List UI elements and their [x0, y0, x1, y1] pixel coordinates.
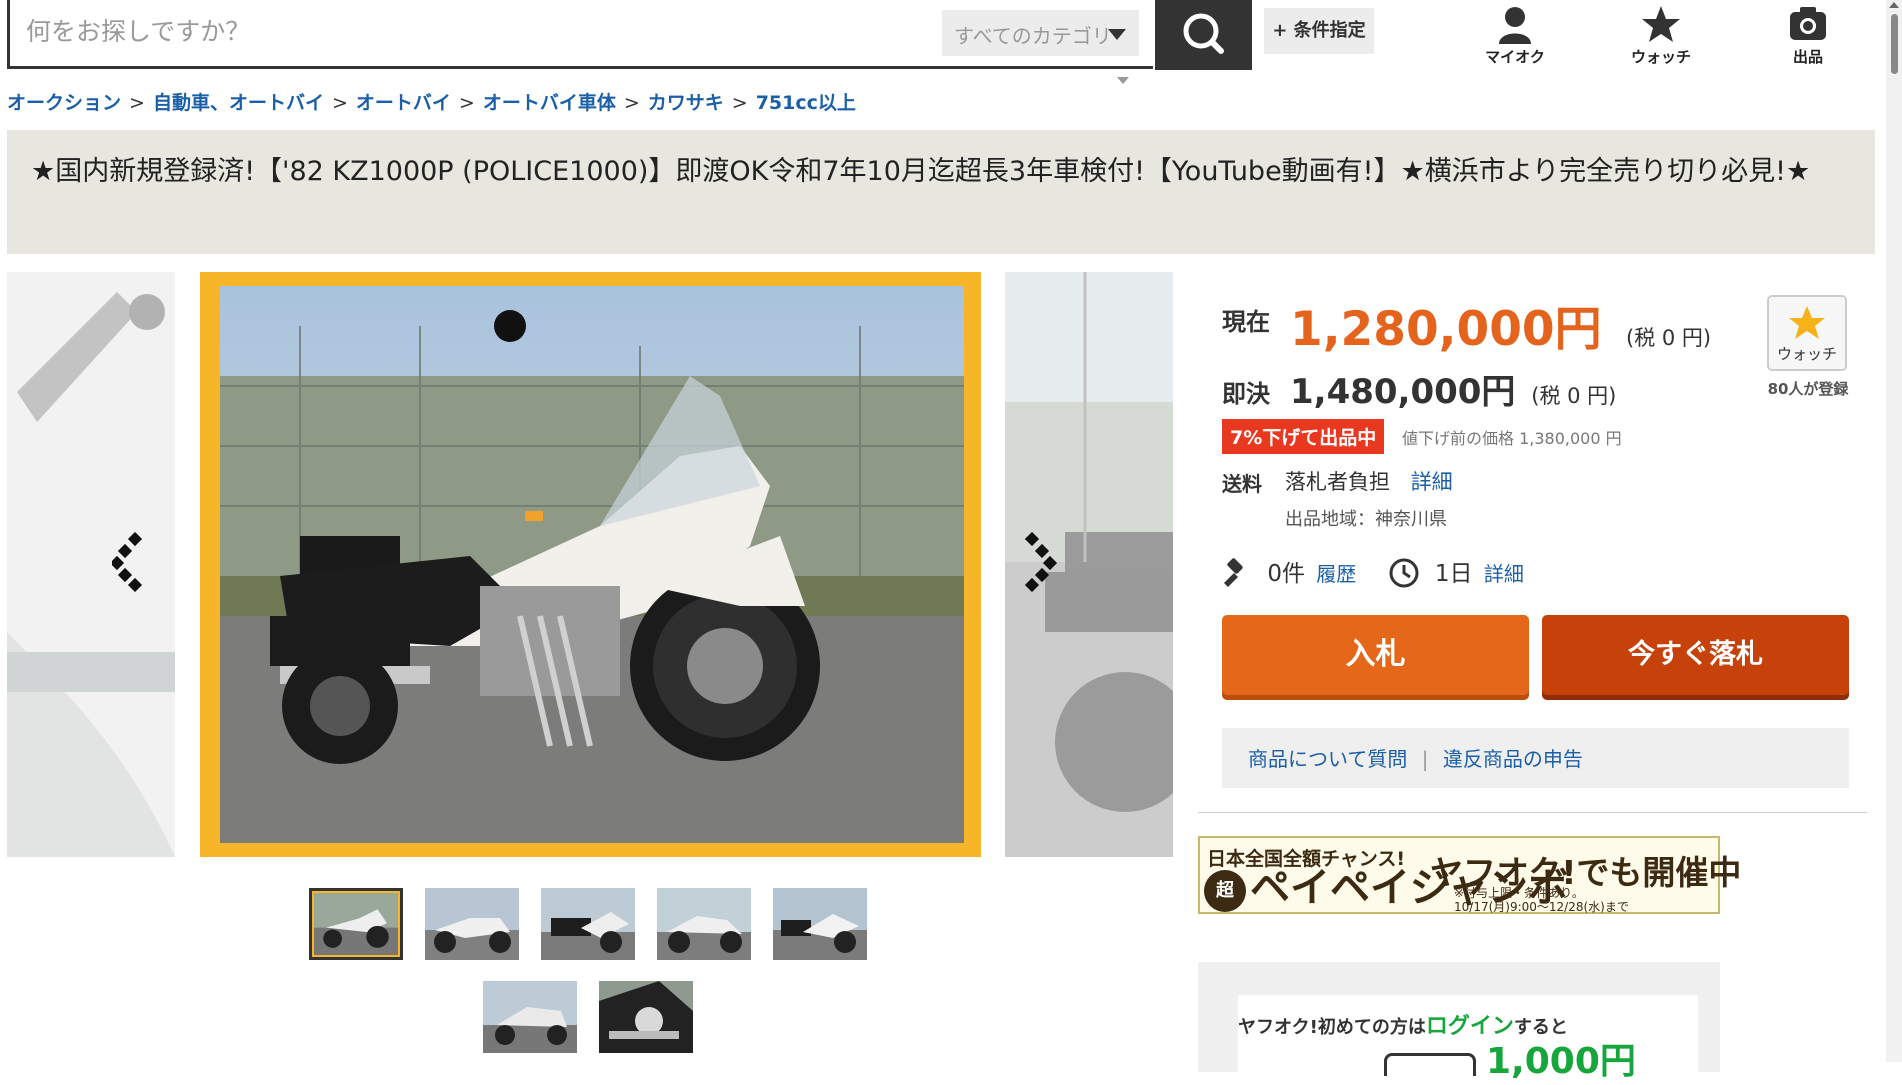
star-icon: [1642, 6, 1680, 42]
original-price: 値下げ前の価格 1,380,000 円: [1402, 429, 1622, 448]
link-separator: |: [1421, 747, 1429, 771]
banner-terms-line2: 10/17(月)9:00〜12/28(水)まで: [1454, 900, 1629, 914]
breadcrumb-separator: >: [458, 92, 475, 114]
chevron-left-icon: [109, 531, 143, 593]
divider: [1198, 812, 1867, 813]
motorcycle-thumbnail: [541, 888, 635, 960]
banner-terms-line1: ※付与上限・条件あり。: [1454, 886, 1584, 900]
login-promo-after: すると: [1513, 1017, 1568, 1038]
listing-title: ★国内新規登録済!【'82 KZ1000P (POLICE1000)】即渡OK令…: [31, 156, 1811, 187]
banner-terms: ※付与上限・条件あり。 10/17(月)9:00〜12/28(水)まで: [1454, 886, 1629, 914]
breadcrumb-separator: >: [623, 92, 640, 114]
listing-title-bar: ★国内新規登録済!【'82 KZ1000P (POLICE1000)】即渡OK令…: [7, 130, 1875, 254]
scrollbar-thumb[interactable]: [1891, 14, 1898, 74]
search-input[interactable]: [24, 8, 928, 54]
motorcycle-thumbnail: [312, 891, 400, 957]
shipping-region: 出品地域：神奈川県: [1285, 509, 1447, 530]
search-icon: [1183, 13, 1224, 54]
motorcycle-thumbnail: [599, 981, 693, 1053]
category-select-label: すべてのカテゴリ: [954, 24, 1112, 48]
bid-button[interactable]: 入札: [1222, 615, 1529, 695]
nav-my-auction[interactable]: マイオク: [1470, 4, 1560, 67]
main-image-frame: [200, 272, 981, 857]
login-link[interactable]: ログイン: [1426, 1014, 1514, 1039]
current-price-label: 現在: [1222, 308, 1270, 336]
motorcycle-thumbnail: [773, 888, 867, 960]
motorcycle-thumbnail: [657, 888, 751, 960]
scrollbar[interactable]: [1886, 0, 1902, 1062]
user-icon: [1499, 7, 1531, 44]
motorcycle-thumbnail: [425, 888, 519, 960]
previous-image-button[interactable]: [109, 531, 152, 593]
category-select[interactable]: すべてのカテゴリ: [942, 10, 1139, 56]
condition-filter-button[interactable]: + 条件指定: [1264, 8, 1374, 54]
bid-count: 0件: [1267, 561, 1305, 587]
buynow-price-value: 1,480,000円: [1290, 372, 1516, 412]
nav-watch[interactable]: ウォッチ: [1616, 4, 1706, 67]
gavel-icon: [1224, 558, 1243, 587]
report-link[interactable]: 違反商品の申告: [1443, 747, 1583, 771]
thumbnail-6[interactable]: [483, 981, 577, 1053]
clock-icon: [1389, 558, 1419, 588]
login-bonus-amount: 1,000円: [1486, 1041, 1636, 1082]
nav-watch-label: ウォッチ: [1630, 48, 1691, 66]
watch-button-label: ウォッチ: [1776, 345, 1837, 363]
thumbnail-5[interactable]: [773, 888, 867, 960]
thumbnail-7[interactable]: [599, 981, 693, 1053]
bid-history-link[interactable]: 履歴: [1316, 562, 1356, 586]
watch-button[interactable]: ウォッチ: [1767, 295, 1847, 371]
nav-sell[interactable]: 出品: [1763, 4, 1853, 67]
buynow-price-tax: (税 0 円): [1531, 384, 1617, 408]
buy-now-button[interactable]: 今すぐ落札: [1542, 615, 1849, 695]
paypay-jumbo-banner[interactable]: 日本全国全額チャンス! 超 ペイペイジャンボ ヤフオク!でも開催中 ※付与上限・…: [1198, 836, 1741, 914]
discount-badge: 7%下げて出品中: [1222, 419, 1385, 454]
motorcycle-photo: [220, 286, 964, 843]
breadcrumb-separator: >: [731, 92, 748, 114]
breadcrumb-vehicles[interactable]: 自動車、オートバイ: [153, 92, 324, 114]
thumbnail-4[interactable]: [657, 888, 751, 960]
main-image[interactable]: [220, 286, 964, 843]
star-icon: [1789, 306, 1825, 339]
time-detail-link[interactable]: 詳細: [1484, 562, 1524, 586]
breadcrumb-separator: >: [331, 92, 348, 114]
breadcrumb: オークション > 自動車、オートバイ > オートバイ > オートバイ車体 > カワサキ >751c…: [7, 88, 856, 115]
shipping-value: 落札者負担: [1285, 470, 1390, 494]
shipping-info: 落札者負担 詳細: [1285, 466, 1453, 496]
breadcrumb-auction[interactable]: オークション: [7, 92, 121, 114]
login-promo-text: ヤフオク!初めての方はログインすると: [1238, 1008, 1568, 1040]
coupon-icon: [1384, 1053, 1476, 1076]
buynow-price: 1,480,000円 (税 0 円): [1290, 364, 1616, 413]
breadcrumb-motorcycles[interactable]: オートバイ: [356, 92, 451, 114]
shipping-detail-link[interactable]: 詳細: [1411, 470, 1453, 494]
nav-sell-label: 出品: [1792, 48, 1823, 66]
thumbnail-3[interactable]: [541, 888, 635, 960]
watch-count: 80人が登録: [1767, 380, 1849, 398]
motorcycle-thumbnail: [483, 981, 577, 1053]
buynow-price-label: 即決: [1222, 380, 1270, 408]
thumbnail-1[interactable]: [309, 888, 403, 960]
banner-chou-badge: 超: [1204, 870, 1246, 912]
current-price-value: 1,280,000円: [1290, 302, 1602, 357]
chevron-right-icon: [1024, 531, 1058, 593]
thumbnail-2[interactable]: [425, 888, 519, 960]
scroll-up-icon[interactable]: [1889, 2, 1899, 8]
current-price-tax: (税 0 円): [1626, 326, 1712, 350]
dropdown-caret-icon[interactable]: [1117, 77, 1129, 84]
time-left: 1日: [1434, 561, 1473, 587]
question-link[interactable]: 商品について質問: [1248, 747, 1407, 771]
current-price: 1,280,000円 (税 0 円): [1290, 290, 1711, 359]
breadcrumb-separator: >: [129, 92, 145, 114]
camera-icon: [1790, 7, 1826, 40]
next-image-button[interactable]: [1024, 531, 1065, 593]
shipping-label: 送料: [1222, 472, 1262, 496]
breadcrumb-motorcycle-body[interactable]: オートバイ車体: [483, 92, 616, 114]
caret-down-icon: [1108, 29, 1126, 40]
breadcrumb-751cc[interactable]: 751cc以上: [756, 92, 856, 114]
search-button[interactable]: [1155, 0, 1252, 70]
help-links: 商品について質問 | 違反商品の申告: [1222, 728, 1849, 788]
bid-info-row: 0件 履歴 1日 詳細: [1222, 554, 1524, 589]
login-promo-before: ヤフオク!初めての方は: [1238, 1017, 1426, 1038]
nav-my-auction-label: マイオク: [1485, 48, 1545, 66]
breadcrumb-kawasaki[interactable]: カワサキ: [648, 92, 724, 114]
